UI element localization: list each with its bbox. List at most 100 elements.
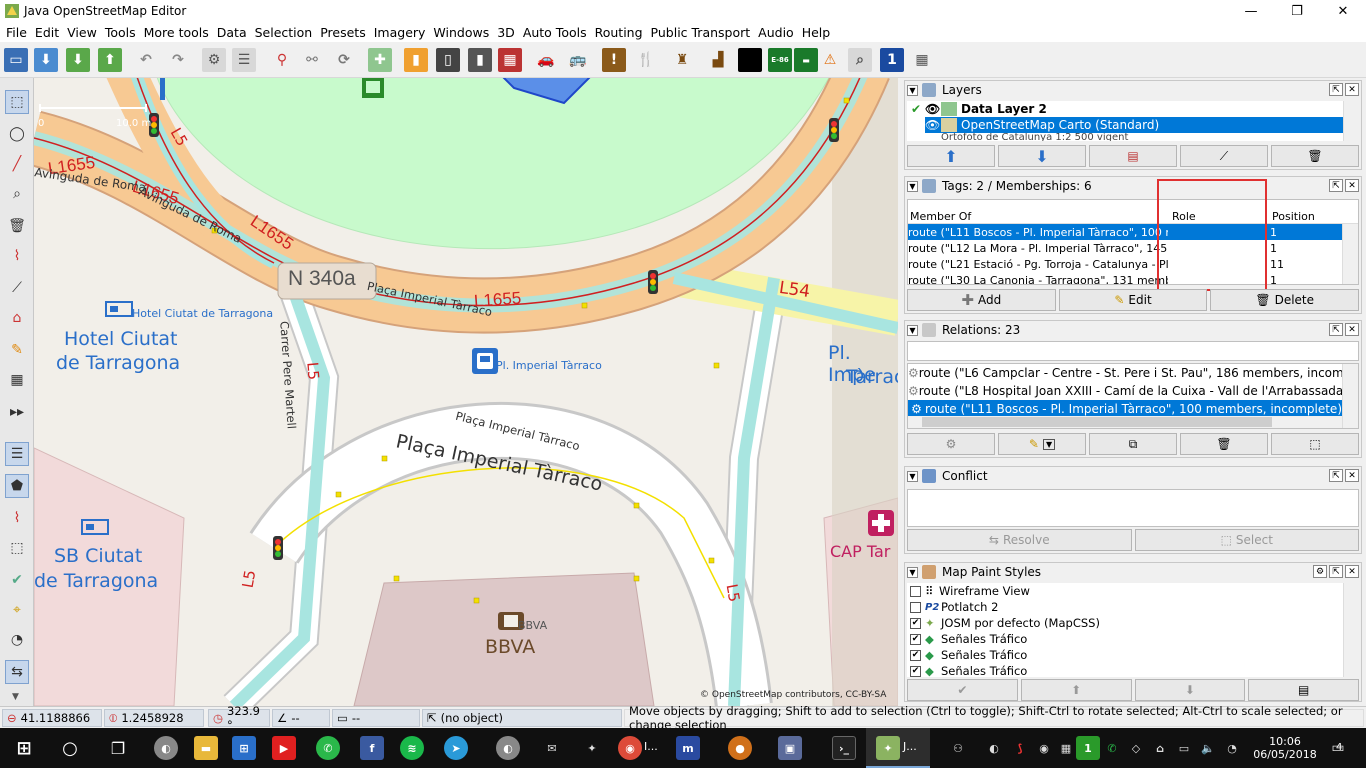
visibility-eye-icon[interactable]: 👁 bbox=[925, 102, 941, 116]
extrude-tool-icon[interactable]: ⌂ bbox=[5, 306, 29, 330]
road-marking-icon[interactable]: ▯ bbox=[436, 48, 460, 72]
selection-list-icon[interactable]: ⬚ bbox=[5, 536, 29, 560]
bus-icon[interactable]: 🚌 bbox=[566, 48, 590, 72]
factory-icon[interactable]: ▟ bbox=[706, 48, 730, 72]
maximize-button[interactable]: ❐ bbox=[1274, 0, 1320, 22]
app-icon[interactable]: m bbox=[676, 736, 700, 760]
edit-relation-button[interactable]: ✎ ▼ bbox=[998, 433, 1086, 455]
dock-icon[interactable]: ⇱ bbox=[1329, 83, 1343, 96]
steam-icon[interactable]: ◐ bbox=[154, 736, 178, 760]
settings-icon[interactable]: ⚙ bbox=[1313, 565, 1327, 578]
people-icon[interactable]: ⚇ bbox=[946, 736, 970, 760]
new-relation-button[interactable]: ⚙ bbox=[907, 433, 995, 455]
steam-alt-icon[interactable]: ◐ bbox=[496, 736, 520, 760]
style-checkbox[interactable]: ✔ bbox=[910, 633, 921, 645]
menu-public-transport[interactable]: Public Transport bbox=[647, 25, 755, 40]
highway-sign-icon[interactable]: ▬ bbox=[794, 48, 818, 72]
layer-row[interactable]: Ortofoto de Catalunya 1:2 500 vigent bbox=[941, 133, 1359, 141]
move-up-button[interactable]: ⬆ bbox=[907, 145, 995, 167]
relations-scrollbar[interactable] bbox=[1342, 364, 1358, 428]
menu-help[interactable]: Help bbox=[798, 25, 835, 40]
wall-icon[interactable]: ▦ bbox=[498, 48, 522, 72]
tray-acrobat-icon[interactable]: ⟆ bbox=[1008, 736, 1032, 760]
menu-tools[interactable]: Tools bbox=[101, 25, 140, 40]
whatsapp-icon[interactable]: ✆ bbox=[316, 736, 340, 760]
car-icon[interactable]: 🚗 bbox=[534, 48, 558, 72]
facebook-icon[interactable]: f bbox=[360, 736, 384, 760]
conflict-toggle-icon[interactable]: ⇆ bbox=[5, 660, 29, 684]
relation-row[interactable]: ⚙ route ("L6 Campclar - Centre - St. Per… bbox=[908, 364, 1342, 382]
visibility-eye-icon[interactable]: 👁 bbox=[925, 118, 941, 132]
style-menu-button[interactable]: ▤ bbox=[1248, 679, 1359, 701]
map-canvas[interactable] bbox=[34, 78, 898, 706]
info-icon[interactable]: ! bbox=[602, 48, 626, 72]
traffic-light-icon[interactable]: ▮ bbox=[404, 48, 428, 72]
store-icon[interactable]: ⊞ bbox=[232, 736, 256, 760]
menu-routing[interactable]: Routing bbox=[591, 25, 647, 40]
search-icon[interactable]: ⌕ bbox=[848, 48, 872, 72]
lasso-tool-icon[interactable]: ◯ bbox=[5, 122, 29, 146]
collapse-icon[interactable]: ▼ bbox=[907, 470, 918, 482]
redo-icon[interactable]: ↷ bbox=[166, 48, 190, 72]
clock[interactable]: 10:06 06/05/2018 bbox=[1250, 728, 1320, 768]
menu-selection[interactable]: Selection bbox=[251, 25, 317, 40]
signal-icon[interactable]: ▮ bbox=[468, 48, 492, 72]
terminal-icon[interactable]: ›_ bbox=[832, 736, 856, 760]
close-button[interactable]: ✕ bbox=[1320, 0, 1366, 22]
delete-relation-button[interactable]: 🗑 bbox=[1180, 433, 1268, 455]
activate-button[interactable]: ✔ bbox=[907, 679, 1018, 701]
wand-icon[interactable]: ✦ bbox=[580, 736, 604, 760]
menu-windows[interactable]: Windows bbox=[429, 25, 493, 40]
dock-icon[interactable]: ⇱ bbox=[1329, 323, 1343, 336]
table-row[interactable]: route ("L12 La Mora - Pl. Imperial Tàrra… bbox=[908, 240, 1342, 256]
windows-start-icon[interactable]: ⊞ bbox=[12, 736, 36, 760]
task-view-icon[interactable]: ❐ bbox=[106, 736, 130, 760]
select-tool-icon[interactable]: ⬚ bbox=[5, 90, 29, 114]
menu-imagery[interactable]: Imagery bbox=[370, 25, 430, 40]
style-row[interactable]: P2 Potlatch 2 bbox=[907, 599, 1359, 615]
collapse-icon[interactable]: ▼ bbox=[907, 180, 918, 192]
conflict-header[interactable]: ▼ Conflict ⇱ ✕ bbox=[905, 467, 1361, 485]
table-row[interactable]: route ("L21 Estació - Pg. Torroja - Cata… bbox=[908, 256, 1342, 272]
menu-data[interactable]: Data bbox=[213, 25, 251, 40]
paint-scrollbar[interactable] bbox=[1343, 583, 1359, 677]
close-icon[interactable]: ✕ bbox=[1345, 469, 1359, 482]
edit-button[interactable]: ✎ Edit bbox=[1058, 289, 1208, 311]
style-row[interactable]: ✔ ◆ Señales Tráfico bbox=[907, 647, 1359, 663]
warning-icon[interactable]: ⚠ bbox=[818, 48, 842, 72]
visibility-button[interactable]: ⟋ bbox=[1180, 145, 1268, 167]
layer-row[interactable]: 👁 OpenStreetMap Carto (Standard) bbox=[925, 117, 1343, 133]
tags-header[interactable]: ▼ Tags: 2 / Memberships: 6 ⇱ ✕ bbox=[905, 177, 1361, 195]
col-member-of[interactable]: Member Of bbox=[908, 210, 1168, 223]
mail-icon[interactable]: ✉ bbox=[540, 736, 564, 760]
validation-icon[interactable]: ✔ bbox=[5, 568, 29, 592]
dropbox-icon[interactable]: ◇ bbox=[1124, 736, 1148, 760]
minimize-button[interactable]: — bbox=[1228, 0, 1274, 22]
layer-row[interactable]: ✔ 👁 Data Layer 2 bbox=[907, 101, 1359, 117]
table-row[interactable]: route ("L11 Boscos - Pl. Imperial Tàrrac… bbox=[908, 224, 1342, 240]
route-number-icon[interactable]: 1 bbox=[880, 48, 904, 72]
volume-icon[interactable]: 🔈 bbox=[1196, 736, 1220, 760]
select-button[interactable]: ⬚ Select bbox=[1134, 529, 1359, 551]
close-icon[interactable]: ✕ bbox=[1345, 179, 1359, 192]
layers-scrollbar[interactable] bbox=[1343, 101, 1359, 141]
preferences-icon[interactable]: ⚙ bbox=[202, 48, 226, 72]
tags-toggle-icon[interactable]: ⬟ bbox=[5, 474, 29, 498]
menu-view[interactable]: View bbox=[63, 25, 101, 40]
telegram-icon[interactable]: ➤ bbox=[444, 736, 468, 760]
relations-header[interactable]: ▼ Relations: 23 ⇱ ✕ bbox=[905, 321, 1361, 339]
map-view[interactable]: L1655 L1655 L1655 L1655 Avinguda de Roma… bbox=[34, 78, 898, 706]
undo-icon[interactable]: ↶ bbox=[134, 48, 158, 72]
file-explorer-icon[interactable]: ▬ bbox=[194, 736, 218, 760]
style-row[interactable]: ✔ ◆ Señales Tráfico bbox=[907, 631, 1359, 647]
scroll-down-icon[interactable]: ▼ bbox=[12, 692, 19, 702]
chrome-icon[interactable]: ◉ bbox=[618, 736, 642, 760]
resolve-button[interactable]: ⇆ Resolve bbox=[907, 529, 1132, 551]
move-down-button[interactable]: ⬇ bbox=[998, 145, 1086, 167]
basketball-icon[interactable]: ● bbox=[728, 736, 752, 760]
delete-layer-button[interactable]: 🗑 bbox=[1271, 145, 1359, 167]
menu-more-tools[interactable]: More tools bbox=[140, 25, 213, 40]
image-editor-icon[interactable]: ▣ bbox=[778, 736, 802, 760]
pencil-tool-icon[interactable]: ✎ bbox=[5, 338, 29, 362]
style-down-button[interactable]: ⬇ bbox=[1134, 679, 1246, 701]
